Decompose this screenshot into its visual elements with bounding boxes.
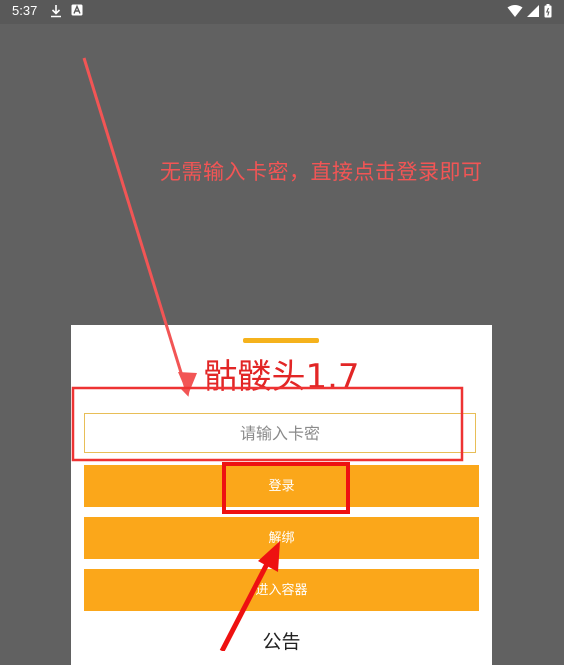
card-key-input[interactable] [84,413,476,453]
status-time: 5:37 [12,3,38,18]
download-icon [51,5,61,18]
wifi-icon [507,5,523,17]
unbind-button[interactable]: 解绑 [84,517,479,559]
status-bar: 5:37 [0,0,564,24]
dialog-accent-bar [243,338,319,343]
dialog-title: 骷髅头1.7 [203,357,360,397]
battery-icon [544,4,552,18]
login-dialog: 骷髅头1.7 登录 解绑 进入容器 公告 [71,325,492,665]
enter-container-button[interactable]: 进入容器 [84,569,479,611]
a-badge-icon [71,4,83,16]
notice-title: 公告 [262,631,301,653]
signal-icon [527,5,539,17]
login-button[interactable]: 登录 [84,465,479,507]
annotation-instruction: 无需输入卡密，直接点击登录即可 [160,160,483,184]
